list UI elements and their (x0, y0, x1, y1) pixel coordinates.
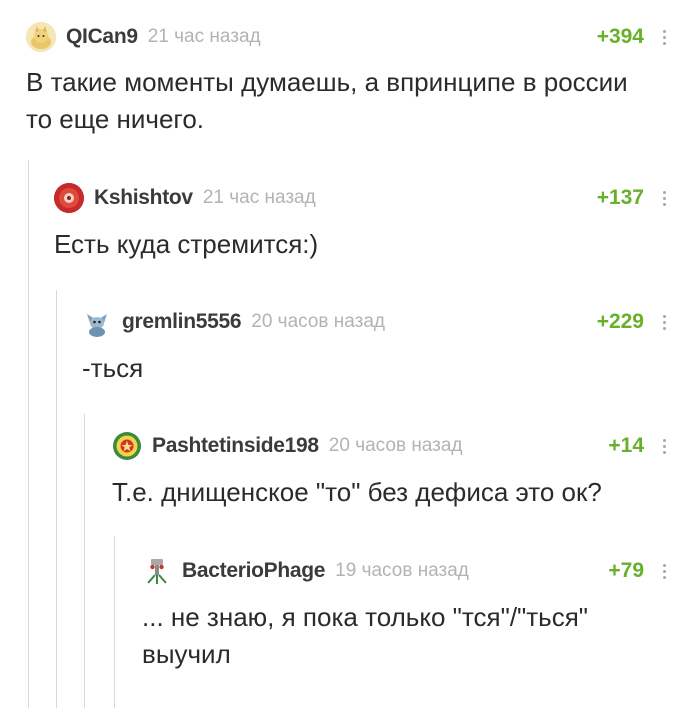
username[interactable]: gremlin5556 (122, 310, 242, 334)
cat-avatar-icon (26, 22, 56, 52)
timestamp[interactable]: 20 часов назад (329, 435, 463, 457)
comment-text-line: Т.е. днищенское "то" без дефиса это ок? (112, 477, 602, 507)
username[interactable]: BacterioPhage (182, 559, 325, 583)
comment-text: ... не знаю, я пока только "тся"/"ться" … (142, 599, 588, 673)
thread-line-level-3[interactable] (84, 414, 85, 708)
avatar[interactable] (142, 556, 172, 586)
thread-line-level-1[interactable] (28, 160, 29, 708)
comment-header: Pashtetinside198 20 часов назад (112, 431, 463, 461)
comment-text-line: -ться (82, 353, 144, 383)
comment-text: В такие моменты думаешь, а впринципе в р… (26, 64, 628, 138)
avatar[interactable] (54, 183, 84, 213)
rating: +79 (608, 559, 644, 582)
more-menu-icon[interactable] (663, 191, 667, 209)
username[interactable]: Kshishtov (94, 186, 193, 210)
timestamp[interactable]: 21 час назад (203, 187, 316, 209)
comment-text-line: выучил (142, 639, 231, 669)
emblem-avatar-icon (113, 432, 141, 460)
timestamp[interactable]: 20 часов назад (251, 311, 385, 333)
comment-text-line: то еще ничего. (26, 104, 205, 134)
more-menu-icon[interactable] (663, 439, 667, 457)
badge-avatar-icon (54, 183, 84, 213)
comment-text: -ться (82, 350, 143, 387)
comment-text: Есть куда стремится:) (54, 226, 318, 263)
username[interactable]: Pashtetinside198 (152, 434, 319, 458)
avatar[interactable] (82, 307, 112, 337)
comment-header: gremlin5556 20 часов назад (82, 307, 385, 337)
thread-line-level-2[interactable] (56, 290, 57, 708)
rating: +14 (608, 434, 644, 457)
comment-text-line: В такие моменты думаешь, а впринципе в р… (26, 67, 628, 97)
avatar[interactable] (26, 22, 56, 52)
comment-text-line: ... не знаю, я пока только "тся"/"ться" (142, 602, 589, 632)
bacteriophage-avatar-icon (142, 556, 172, 586)
more-menu-icon[interactable] (663, 30, 667, 48)
avatar[interactable] (112, 431, 142, 461)
timestamp[interactable]: 19 часов назад (335, 560, 469, 582)
more-menu-icon[interactable] (663, 315, 667, 333)
rating: +137 (596, 186, 644, 209)
comment-text-line: Есть куда стремится:) (54, 229, 319, 259)
username[interactable]: QICan9 (66, 25, 138, 49)
timestamp[interactable]: 21 час назад (148, 26, 261, 48)
rating: +394 (596, 25, 644, 48)
comment-header: BacterioPhage 19 часов назад (142, 556, 469, 586)
comment-text: Т.е. днищенское "то" без дефиса это ок? (112, 474, 602, 511)
more-menu-icon[interactable] (663, 564, 667, 582)
thread-line-level-4[interactable] (114, 536, 115, 708)
comment-header: QICan9 21 час назад (26, 22, 261, 52)
rating: +229 (596, 310, 644, 333)
comment-header: Kshishtov 21 час назад (54, 183, 316, 213)
gremlin-avatar-icon (82, 307, 112, 337)
